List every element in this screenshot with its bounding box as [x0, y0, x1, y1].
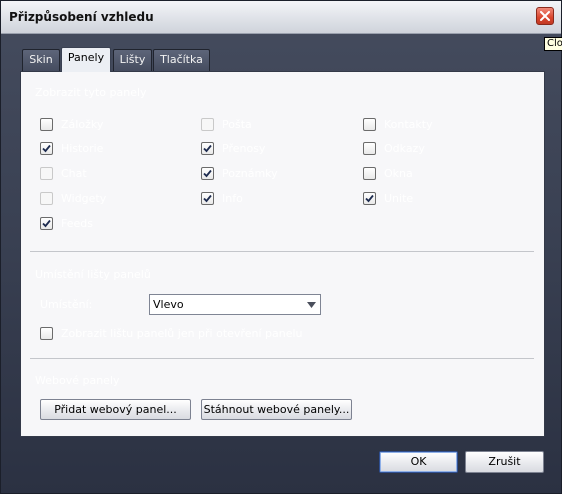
close-tooltip: Close — [544, 37, 562, 51]
checkbox-history[interactable] — [40, 142, 53, 155]
tab-buttons[interactable]: Tlačítka — [153, 49, 210, 71]
checkbox-label: Unite — [384, 192, 414, 205]
add-web-panel-button[interactable]: Přidat webový panel... — [40, 399, 191, 420]
checkbox-label: Pošta — [222, 118, 252, 131]
tab-panel-panels: Zobrazit tyto panely Záložky Historie Ch… — [20, 71, 545, 437]
checkbox-label: Záložky — [61, 118, 104, 131]
checkmark-icon — [203, 194, 212, 203]
close-button[interactable] — [536, 7, 554, 25]
cancel-button[interactable]: Zrušit — [465, 451, 544, 473]
checkbox-label: Okna — [384, 167, 413, 180]
checkbox-label: Poznámky — [222, 167, 278, 180]
checkbox-label: Info — [222, 192, 243, 205]
position-label: Umístění: — [40, 298, 93, 311]
checkbox-label: Widgety — [61, 192, 107, 205]
checkbox-label: Kontakty — [384, 118, 433, 131]
section-separator — [30, 251, 534, 252]
checkmark-icon — [42, 219, 51, 228]
checkbox-label: Chat — [61, 167, 87, 180]
tab-panels[interactable]: Panely — [61, 47, 111, 72]
checkbox-mail — [201, 118, 214, 131]
tab-skin[interactable]: Skin — [22, 49, 60, 71]
section-heading-web-panels: Webové panely — [35, 374, 120, 387]
download-web-panels-button[interactable]: Stáhnout webové panely... — [201, 399, 352, 420]
checkbox-unite[interactable] — [363, 192, 376, 205]
checkbox-label: Historie — [61, 142, 104, 155]
tab-bars[interactable]: Lišty — [113, 49, 152, 71]
checkbox-label: Přenosy — [222, 142, 266, 155]
checkbox-chat — [40, 167, 53, 180]
checkbox-label: Feeds — [61, 217, 93, 230]
checkbox-notes[interactable] — [201, 167, 214, 180]
customize-appearance-dialog: Přizpůsobení vzhledu Close Skin Panely L… — [0, 0, 562, 494]
title-bar[interactable]: Přizpůsobení vzhledu — [1, 1, 561, 34]
checkbox-transfers[interactable] — [201, 142, 214, 155]
ok-button[interactable]: OK — [379, 451, 458, 473]
checkmark-icon — [203, 144, 212, 153]
close-icon — [540, 11, 550, 21]
checkbox-label: Zobrazit lištu panelů jen při otevření p… — [61, 327, 303, 340]
dialog-title: Přizpůsobení vzhledu — [9, 10, 154, 24]
chevron-down-icon — [307, 302, 316, 308]
checkmark-icon — [42, 144, 51, 153]
checkbox-info[interactable] — [201, 192, 214, 205]
section-heading-show-panels: Zobrazit tyto panely — [35, 86, 147, 99]
checkbox-label: Odkazy — [384, 142, 425, 155]
checkbox-widgets — [40, 192, 53, 205]
checkbox-links[interactable] — [363, 142, 376, 155]
panel-position-select[interactable]: Vlevo — [149, 294, 321, 315]
panel-position-value: Vlevo — [153, 298, 184, 311]
section-heading-panel-bar: Umístění lišty panelů — [35, 268, 151, 281]
checkbox-bookmarks[interactable] — [40, 118, 53, 131]
checkbox-show-panel-bar-on-open[interactable] — [40, 327, 53, 340]
checkbox-contacts[interactable] — [363, 118, 376, 131]
checkbox-windows[interactable] — [363, 167, 376, 180]
checkmark-icon — [365, 194, 374, 203]
checkmark-icon — [203, 169, 212, 178]
checkbox-feeds[interactable] — [40, 217, 53, 230]
section-separator — [30, 358, 534, 359]
